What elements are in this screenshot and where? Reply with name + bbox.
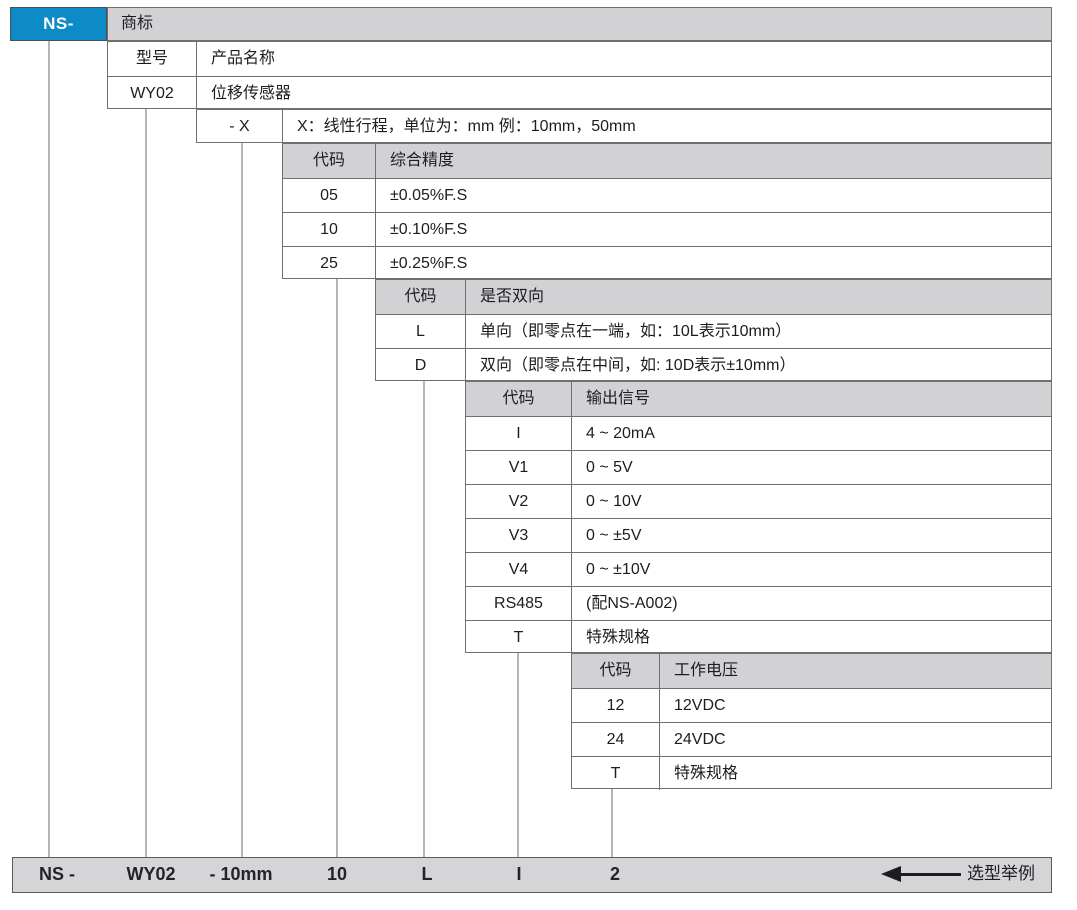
value-cell: 特殊规格 — [572, 621, 1051, 654]
code-cell: 05 — [283, 179, 376, 212]
accuracy-header-cell: 综合精度 — [376, 144, 1051, 178]
stroke-value-cell: X：线性行程，单位为：mm 例：10mm，50mm — [283, 110, 1051, 144]
code-cell: V1 — [466, 451, 572, 484]
code-cell: V3 — [466, 519, 572, 552]
output-header-row: 代码 输出信号 — [466, 382, 1051, 416]
code-cell: 24 — [572, 723, 660, 756]
connector-line-model — [145, 109, 147, 859]
code-cell: L — [376, 315, 466, 348]
value-cell: 特殊规格 — [660, 757, 1051, 790]
code-header-cell: 代码 — [466, 382, 572, 416]
direction-header-cell: 是否双向 — [466, 280, 1051, 314]
value-cell: ±0.05%F.S — [376, 179, 1051, 212]
accuracy-table: 代码 综合精度 05 ±0.05%F.S 10 ±0.10%F.S 25 ±0.… — [282, 143, 1052, 279]
ordering-guide-page: NS- 商标 型号 产品名称 WY02 位移传感器 - X X：线性行程，单位为… — [0, 0, 1077, 910]
connector-line-stroke — [241, 143, 243, 859]
model-header-row: 型号 产品名称 — [108, 42, 1051, 76]
table-row: V1 0 ~ 5V — [466, 450, 1051, 484]
table-row: 10 ±0.10%F.S — [283, 212, 1051, 246]
direction-header-row: 代码 是否双向 — [376, 280, 1051, 314]
table-row: WY02 位移传感器 — [108, 76, 1051, 110]
example-bar: NS - WY02 - 10mm 10 L I 2 选型举例 — [12, 857, 1052, 893]
example-caption: 选型举例 — [967, 858, 1035, 890]
code-header-cell: 代码 — [283, 144, 376, 178]
table-row: L 单向（即零点在一端，如：10L表示10mm） — [376, 314, 1051, 348]
example-segment: - 10mm — [209, 858, 272, 890]
value-cell: 0 ~ ±5V — [572, 519, 1051, 552]
table-row: RS485 (配NS-A002) — [466, 586, 1051, 620]
code-cell: 12 — [572, 689, 660, 722]
table-row: 12 12VDC — [572, 688, 1051, 722]
value-cell: 24VDC — [660, 723, 1051, 756]
model-value-cell: 位移传感器 — [197, 77, 1051, 110]
code-cell: RS485 — [466, 587, 572, 620]
code-cell: D — [376, 349, 466, 382]
value-cell: 4 ~ 20mA — [572, 417, 1051, 450]
voltage-header-cell: 工作电压 — [660, 654, 1051, 688]
connector-line-prefix — [48, 41, 50, 859]
stroke-code-cell: - X — [197, 110, 283, 144]
stroke-table: - X X：线性行程，单位为：mm 例：10mm，50mm — [196, 109, 1052, 143]
value-cell: (配NS-A002) — [572, 587, 1051, 620]
code-cell: I — [466, 417, 572, 450]
value-cell: 双向（即零点在中间，如: 10D表示±10mm） — [466, 349, 1051, 382]
example-segment: NS - — [39, 858, 75, 890]
example-segment: I — [516, 858, 521, 890]
code-header-cell: 代码 — [572, 654, 660, 688]
example-segment: 2 — [610, 858, 620, 890]
table-row: 05 ±0.05%F.S — [283, 178, 1051, 212]
table-row: 24 24VDC — [572, 722, 1051, 756]
connector-line-output — [517, 653, 519, 859]
value-cell: 12VDC — [660, 689, 1051, 722]
table-row: T 特殊规格 — [466, 620, 1051, 654]
value-cell: 0 ~ 10V — [572, 485, 1051, 518]
voltage-table: 代码 工作电压 12 12VDC 24 24VDC T 特殊规格 — [571, 653, 1052, 789]
output-signal-table: 代码 输出信号 I 4 ~ 20mA V1 0 ~ 5V V2 0 ~ 10V … — [465, 381, 1052, 653]
code-cell: V4 — [466, 553, 572, 586]
output-header-cell: 输出信号 — [572, 382, 1051, 416]
model-header-cell: 型号 — [108, 42, 197, 76]
table-row: V2 0 ~ 10V — [466, 484, 1051, 518]
table-row: D 双向（即零点在中间，如: 10D表示±10mm） — [376, 348, 1051, 382]
accuracy-header-row: 代码 综合精度 — [283, 144, 1051, 178]
code-cell: V2 — [466, 485, 572, 518]
connector-line-voltage — [611, 789, 613, 859]
trademark-table: 商标 — [107, 7, 1052, 41]
table-row: T 特殊规格 — [572, 756, 1051, 790]
code-header-cell: 代码 — [376, 280, 466, 314]
value-cell: 单向（即零点在一端，如：10L表示10mm） — [466, 315, 1051, 348]
value-cell: 0 ~ 5V — [572, 451, 1051, 484]
code-cell: T — [466, 621, 572, 654]
brand-prefix-box: NS- — [10, 7, 107, 41]
connector-line-accuracy — [336, 279, 338, 859]
model-code-cell: WY02 — [108, 77, 197, 110]
trademark-label: 商标 — [108, 8, 1051, 40]
value-cell: 0 ~ ±10V — [572, 553, 1051, 586]
table-row: V3 0 ~ ±5V — [466, 518, 1051, 552]
code-cell: T — [572, 757, 660, 790]
example-segment: WY02 — [126, 858, 175, 890]
code-cell: 10 — [283, 213, 376, 246]
value-cell: ±0.25%F.S — [376, 247, 1051, 280]
model-table: 型号 产品名称 WY02 位移传感器 — [107, 41, 1052, 109]
table-row: I 4 ~ 20mA — [466, 416, 1051, 450]
table-row: - X X：线性行程，单位为：mm 例：10mm，50mm — [197, 110, 1051, 144]
product-name-header-cell: 产品名称 — [197, 42, 1051, 76]
value-cell: ±0.10%F.S — [376, 213, 1051, 246]
example-segment: 10 — [327, 858, 347, 890]
connector-line-direction — [423, 381, 425, 859]
example-segment: L — [422, 858, 433, 890]
code-cell: 25 — [283, 247, 376, 280]
table-row: V4 0 ~ ±10V — [466, 552, 1051, 586]
table-row: 25 ±0.25%F.S — [283, 246, 1051, 280]
voltage-header-row: 代码 工作电压 — [572, 654, 1051, 688]
direction-table: 代码 是否双向 L 单向（即零点在一端，如：10L表示10mm） D 双向（即零… — [375, 279, 1052, 381]
